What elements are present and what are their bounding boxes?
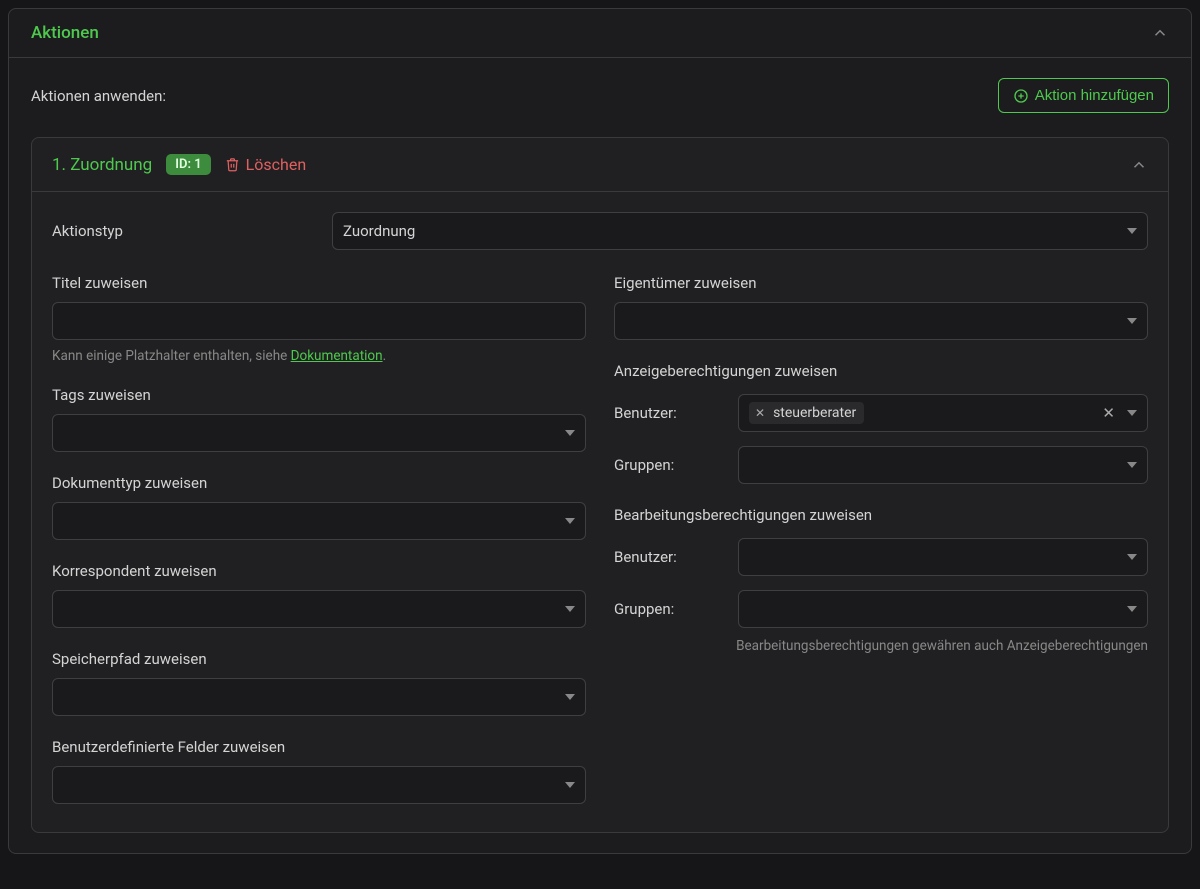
chevron-down-icon (1127, 554, 1137, 560)
view-groups-label: Gruppen: (614, 456, 724, 474)
action-left-column: Titel zuweisen Kann einige Platzhalter e… (52, 274, 586, 804)
delete-action-label: Löschen (246, 155, 307, 174)
assign-customfields-label: Benutzerdefinierte Felder zuweisen (52, 738, 586, 756)
chevron-down-icon (565, 782, 575, 788)
edit-users-select[interactable] (738, 538, 1148, 576)
add-action-label: Aktion hinzufügen (1035, 87, 1154, 104)
aktionstyp-value: Zuordnung (343, 222, 415, 240)
assign-tags-select[interactable] (52, 414, 586, 452)
plus-circle-icon (1013, 88, 1029, 104)
edit-users-label: Benutzer: (614, 548, 724, 566)
actions-section-title: Aktionen (31, 23, 99, 43)
aktionstyp-label: Aktionstyp (52, 222, 312, 240)
chevron-up-icon[interactable] (1130, 156, 1148, 174)
assign-tags-group: Tags zuweisen (52, 386, 586, 452)
delete-action-button[interactable]: Löschen (225, 155, 307, 174)
assign-edit-perms-group: Bearbeitungsberechtigungen zuweisen Benu… (614, 506, 1148, 654)
documentation-link[interactable]: Dokumentation (291, 348, 383, 364)
assign-doctype-group: Dokumenttyp zuweisen (52, 474, 586, 540)
assign-doctype-label: Dokumenttyp zuweisen (52, 474, 586, 492)
assign-storagepath-label: Speicherpfad zuweisen (52, 650, 586, 668)
aktionstyp-select[interactable]: Zuordnung (332, 212, 1148, 250)
chevron-down-icon (1127, 228, 1137, 234)
actions-top-row: Aktionen anwenden: Aktion hinzufügen (31, 78, 1169, 113)
action-card-title: 1. Zuordnung (52, 155, 152, 175)
assign-title-input[interactable] (52, 302, 586, 340)
clear-icon[interactable]: ✕ (1096, 404, 1121, 422)
actions-section-body: Aktionen anwenden: Aktion hinzufügen 1. … (9, 58, 1191, 853)
assign-correspondent-group: Korrespondent zuweisen (52, 562, 586, 628)
assign-storagepath-select[interactable] (52, 678, 586, 716)
assign-owner-label: Eigentümer zuweisen (614, 274, 1148, 292)
add-action-button[interactable]: Aktion hinzufügen (998, 78, 1169, 113)
chevron-down-icon (565, 694, 575, 700)
user-tag-label: steuerberater (773, 405, 856, 421)
view-groups-select[interactable] (738, 446, 1148, 484)
edit-groups-label: Gruppen: (614, 600, 724, 618)
aktionstyp-row: Aktionstyp Zuordnung (52, 212, 1148, 250)
assign-title-group: Titel zuweisen Kann einige Platzhalter e… (52, 274, 586, 364)
assign-view-perms-group: Anzeigeberechtigungen zuweisen Benutzer:… (614, 362, 1148, 484)
view-users-label: Benutzer: (614, 404, 724, 422)
action-id-badge: ID: 1 (166, 154, 210, 175)
assign-customfields-select[interactable] (52, 766, 586, 804)
edit-perms-note: Bearbeitungsberechtigungen gewähren auch… (614, 638, 1148, 654)
assign-owner-group: Eigentümer zuweisen (614, 274, 1148, 340)
actions-panel: Aktionen Aktionen anwenden: Aktion hinzu… (8, 8, 1192, 854)
assign-title-label: Titel zuweisen (52, 274, 586, 292)
edit-groups-select[interactable] (738, 590, 1148, 628)
action-card-header[interactable]: 1. Zuordnung ID: 1 Löschen (32, 138, 1168, 192)
view-users-row: Benutzer: ✕ steuerberater ✕ (614, 394, 1148, 432)
chevron-up-icon[interactable] (1151, 24, 1169, 42)
view-users-select[interactable]: ✕ steuerberater ✕ (738, 394, 1148, 432)
chevron-down-icon (565, 518, 575, 524)
assign-title-help: Kann einige Platzhalter enthalten, siehe… (52, 348, 586, 364)
edit-users-row: Benutzer: (614, 538, 1148, 576)
assign-correspondent-select[interactable] (52, 590, 586, 628)
trash-icon (225, 157, 240, 172)
assign-storagepath-group: Speicherpfad zuweisen (52, 650, 586, 716)
edit-groups-row: Gruppen: (614, 590, 1148, 628)
user-tag-chip: ✕ steuerberater (749, 402, 864, 424)
action-card-body: Aktionstyp Zuordnung Titel zuweisen (32, 192, 1168, 832)
action-columns: Titel zuweisen Kann einige Platzhalter e… (52, 274, 1148, 804)
chevron-down-icon (1127, 606, 1137, 612)
assign-view-perms-label: Anzeigeberechtigungen zuweisen (614, 362, 1148, 380)
assign-tags-label: Tags zuweisen (52, 386, 586, 404)
assign-doctype-select[interactable] (52, 502, 586, 540)
actions-section-header[interactable]: Aktionen (9, 9, 1191, 58)
chevron-down-icon (1127, 410, 1137, 416)
chevron-down-icon (1127, 318, 1137, 324)
action-right-column: Eigentümer zuweisen Anzeigeberechtigunge… (614, 274, 1148, 804)
view-groups-row: Gruppen: (614, 446, 1148, 484)
chevron-down-icon (565, 606, 575, 612)
remove-tag-icon[interactable]: ✕ (755, 406, 765, 420)
chevron-down-icon (565, 430, 575, 436)
assign-edit-perms-label: Bearbeitungsberechtigungen zuweisen (614, 506, 1148, 524)
action-card: 1. Zuordnung ID: 1 Löschen Aktionstyp (31, 137, 1169, 833)
assign-correspondent-label: Korrespondent zuweisen (52, 562, 586, 580)
apply-actions-label: Aktionen anwenden: (31, 87, 166, 105)
assign-customfields-group: Benutzerdefinierte Felder zuweisen (52, 738, 586, 804)
assign-owner-select[interactable] (614, 302, 1148, 340)
chevron-down-icon (1127, 462, 1137, 468)
